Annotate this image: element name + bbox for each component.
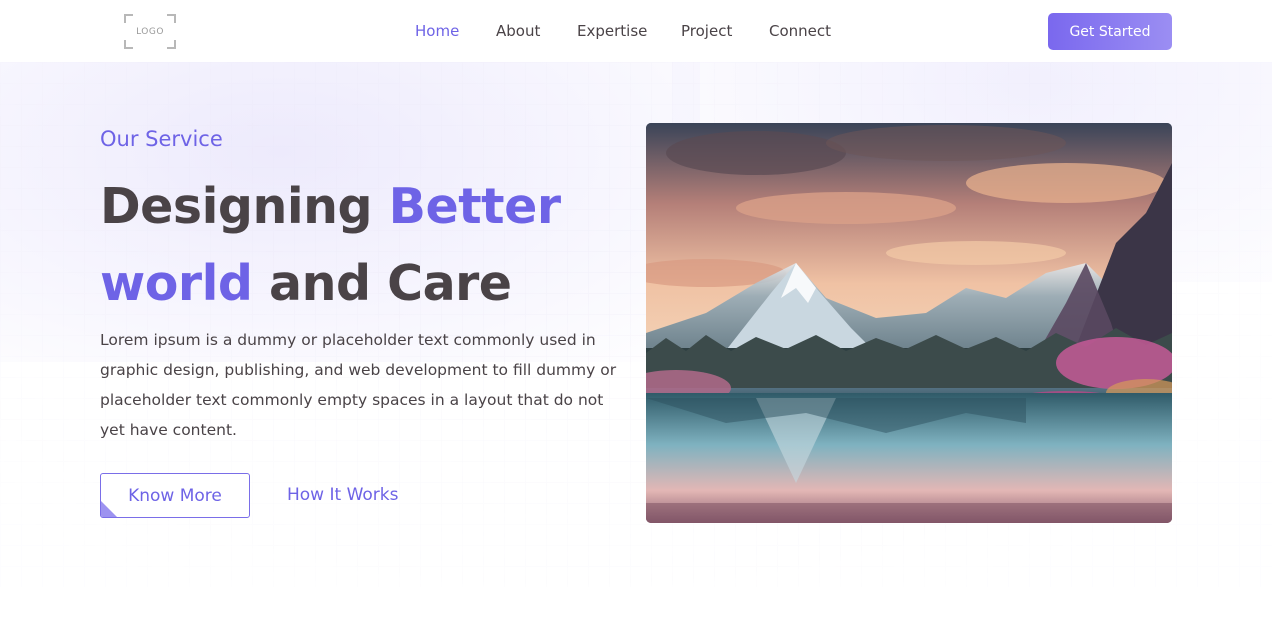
hero-image-mountain-lake	[646, 123, 1172, 523]
hero-headline: Designing Better world and Care	[100, 168, 640, 322]
nav-item-home[interactable]: Home	[415, 22, 459, 40]
nav-item-project[interactable]: Project	[681, 22, 732, 40]
nav-item-connect[interactable]: Connect	[769, 22, 831, 40]
headline-highlight-world: world	[100, 255, 253, 312]
nav-item-about[interactable]: About	[496, 22, 540, 40]
landscape-illustration	[646, 123, 1172, 523]
get-started-button[interactable]: Get Started	[1048, 13, 1172, 50]
nav-item-expertise[interactable]: Expertise	[577, 22, 647, 40]
know-more-label: Know More	[128, 485, 222, 506]
headline-part-1: Designing	[100, 178, 389, 235]
how-it-works-link[interactable]: How It Works	[287, 485, 398, 505]
button-corner-accent	[101, 501, 117, 517]
hero-description: Lorem ipsum is a dummy or placeholder te…	[100, 331, 617, 439]
headline-part-4: and Care	[252, 255, 512, 312]
headline-highlight-better: Better	[388, 178, 561, 235]
site-header: LOGO Home About Expertise Project Connec…	[0, 0, 1272, 62]
hero-eyebrow: Our Service	[100, 127, 223, 151]
know-more-button[interactable]: Know More	[100, 473, 250, 518]
